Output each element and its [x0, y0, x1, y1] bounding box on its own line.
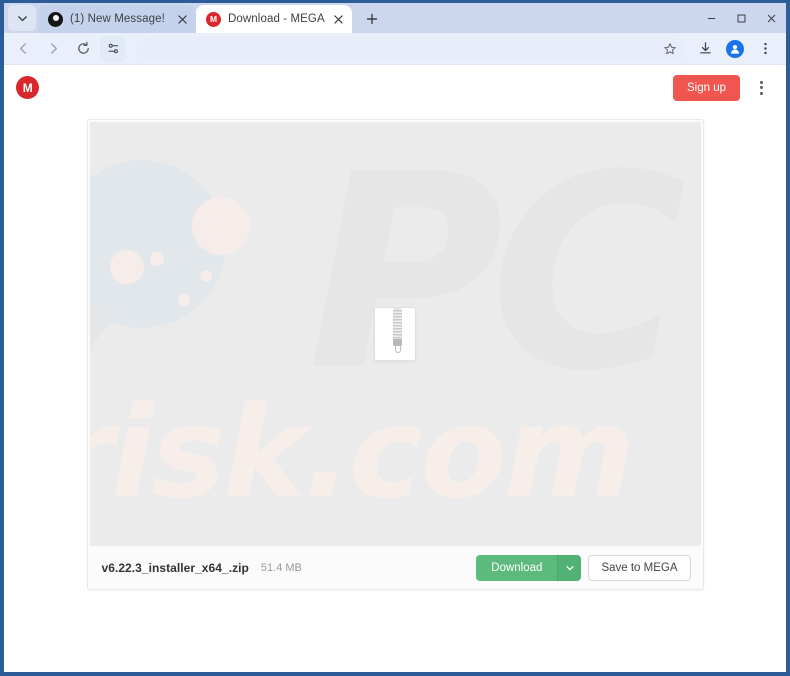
avatar: [726, 39, 744, 58]
downloads-button[interactable]: [692, 36, 718, 62]
download-card-footer: v6.22.3_installer_x64_.zip 51.4 MB Downl…: [87, 546, 703, 589]
download-button[interactable]: Download: [476, 554, 558, 581]
minimize-icon: [707, 17, 715, 19]
sign-up-button[interactable]: Sign up: [672, 74, 740, 101]
maximize-button[interactable]: [726, 3, 756, 33]
close-glyph: [177, 14, 187, 24]
save-to-mega-button[interactable]: Save to MEGA: [588, 554, 691, 581]
watermark-dot: [149, 252, 164, 266]
forward-button[interactable]: [40, 36, 66, 62]
domain-watermark-text: risk.com: [89, 379, 636, 526]
back-button[interactable]: [10, 36, 36, 62]
chrome-menu-button[interactable]: [752, 36, 778, 62]
zip-teeth-shape: [393, 310, 402, 339]
brand-watermark-text: PC: [307, 122, 687, 430]
tab-title: (1) New Message!: [70, 13, 165, 25]
plus-icon: [366, 13, 378, 25]
file-preview-area: PC risk.com: [89, 122, 701, 546]
arrow-left-icon: [19, 43, 26, 54]
mega-favicon: M: [206, 11, 221, 27]
tab-new-message[interactable]: (1) New Message!: [38, 5, 196, 33]
tab-title: Download - MEGA: [228, 13, 325, 25]
window-controls: [696, 3, 786, 33]
toolbar-right-actions: [690, 36, 780, 62]
person-icon: [730, 44, 740, 54]
reload-icon: [77, 41, 89, 54]
star-glyph: [664, 42, 676, 54]
tab-search-button[interactable]: [8, 5, 36, 31]
close-icon[interactable]: [330, 11, 346, 27]
dark-circle-favicon: [48, 11, 63, 27]
close-icon[interactable]: [174, 11, 190, 27]
close-window-button[interactable]: [756, 3, 786, 33]
three-dots-vertical-icon: [763, 42, 767, 55]
chevron-down-icon: [17, 15, 27, 21]
menu-dot: [759, 86, 763, 89]
reload-button[interactable]: [70, 36, 96, 62]
profile-button[interactable]: [722, 36, 748, 62]
tab-download-mega[interactable]: M Download - MEGA: [196, 5, 352, 33]
watermark-dot: [109, 250, 144, 284]
menu-dot: [759, 80, 763, 84]
browser-window-inner: (1) New Message! M Download - MEGA M Sig…: [4, 3, 786, 672]
maximize-icon: [737, 14, 745, 22]
download-icon: [699, 42, 711, 54]
browser-window: (1) New Message! M Download - MEGA M Sig…: [0, 0, 790, 676]
mega-logo[interactable]: M: [16, 76, 39, 99]
close-icon: [767, 14, 775, 22]
download-button-group: Download: [476, 554, 582, 581]
address-bar[interactable]: [136, 36, 684, 61]
close-glyph: [333, 14, 343, 24]
download-card: PC risk.com v6.22.3_installer_x64_.zip 5…: [86, 119, 704, 590]
zip-pull-loop-shape: [394, 345, 401, 353]
watermark-dot: [177, 294, 190, 306]
watermark-dot: [199, 270, 212, 282]
sliders-icon: [108, 43, 118, 54]
site-menu-button[interactable]: [752, 77, 770, 99]
tab-strip: (1) New Message! M Download - MEGA: [4, 3, 786, 33]
bookmark-star-icon[interactable]: [660, 39, 680, 59]
file-size: 51.4 MB: [260, 561, 302, 574]
minimize-button[interactable]: [696, 3, 726, 33]
file-name: v6.22.3_installer_x64_.zip: [101, 560, 249, 575]
browser-toolbar: [4, 33, 786, 65]
download-card-wrapper: PC risk.com v6.22.3_installer_x64_.zip 5…: [4, 110, 786, 590]
mega-site-header: M Sign up: [4, 65, 786, 110]
chevron-down-icon: [566, 565, 574, 570]
zip-file-icon: [374, 307, 416, 361]
watermark-dot: [191, 197, 250, 255]
new-tab-button[interactable]: [358, 5, 386, 33]
arrow-right-icon: [50, 43, 57, 54]
tab-options-button[interactable]: [100, 35, 126, 62]
download-options-button[interactable]: [557, 554, 582, 581]
menu-dot: [759, 91, 763, 95]
page-content: M Sign up PC risk.com v6.22.3_installer_…: [4, 65, 786, 670]
